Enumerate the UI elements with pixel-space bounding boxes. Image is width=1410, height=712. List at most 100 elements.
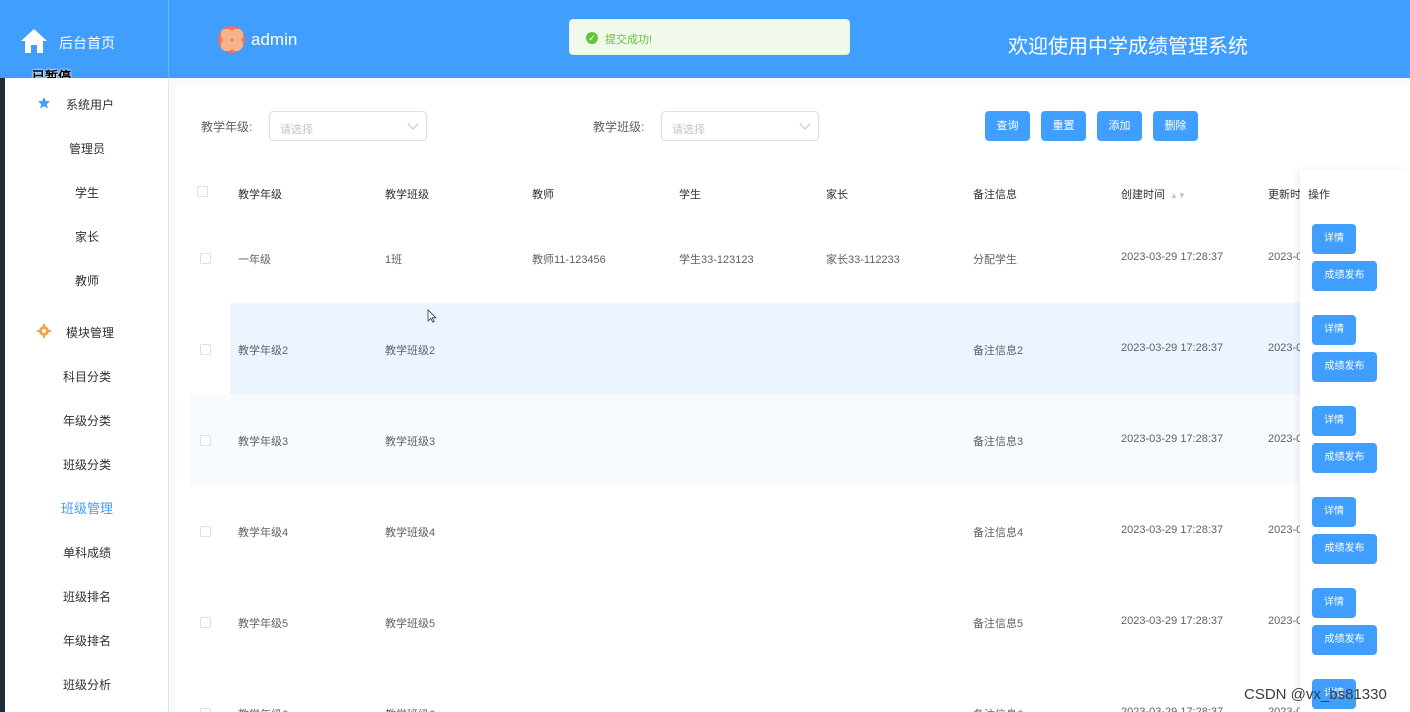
class-select-placeholder: 请选择 — [672, 124, 705, 136]
cell-class: 1班 — [385, 254, 403, 266]
detail-button[interactable]: 详情 — [1312, 315, 1356, 345]
class-filter-label: 教学班级: — [593, 120, 645, 134]
system-title: 欢迎使用中学成绩管理系统 — [1008, 36, 1248, 58]
check-circle-icon: ✓ — [586, 32, 598, 44]
grade-filter-label: 教学年级: — [201, 120, 253, 134]
sidebar-item-subject-category[interactable]: 科目分类 — [5, 367, 169, 387]
header-created-label: 创建时间 — [1121, 189, 1165, 201]
toast-message: 提交成功! — [605, 34, 653, 46]
sidebar-item-class-ranking[interactable]: 班级排名 — [5, 587, 169, 607]
chevron-down-icon — [799, 118, 811, 130]
publish-score-button[interactable]: 成绩发布 — [1312, 261, 1377, 291]
grade-select[interactable]: 请选择 — [269, 111, 427, 141]
cell-note: 备注信息5 — [973, 618, 1024, 630]
sidebar-item-class-category[interactable]: 班级分类 — [5, 455, 169, 475]
cell-grade: 教学年级6 — [238, 706, 288, 712]
cell-updated: 2023-0 — [1268, 342, 1303, 354]
cell-created: 2023-03-29 17:28:37 — [1121, 706, 1224, 712]
cell-updated: 2023-0 — [1268, 433, 1303, 445]
detail-button[interactable]: 详情 — [1312, 588, 1356, 618]
sidebar: 系统用户 管理员 学生 家长 教师 模块管理 科目分类 年级分类 班级分类 班级… — [5, 78, 169, 712]
sidebar-group-label: 模块管理 — [66, 326, 115, 340]
add-button[interactable]: 添加 — [1097, 111, 1142, 141]
row-checkbox[interactable] — [200, 526, 211, 537]
chevron-down-icon — [407, 118, 419, 130]
cell-grade: 一年级 — [238, 254, 271, 266]
header-operations: 操作 — [1308, 189, 1330, 201]
home-icon — [21, 29, 47, 53]
cell-class: 教学班级5 — [385, 618, 436, 630]
select-all-checkbox[interactable] — [197, 186, 208, 197]
sidebar-group-module-management[interactable]: 模块管理 — [5, 322, 169, 342]
mouse-cursor-icon — [427, 309, 437, 323]
cell-created: 2023-03-29 17:28:37 — [1121, 251, 1224, 263]
sidebar-item-parent[interactable]: 家长 — [5, 227, 169, 247]
cell-student: 学生33-123123 — [679, 254, 754, 266]
sidebar-item-grade-ranking[interactable]: 年级排名 — [5, 631, 169, 651]
cell-note: 备注信息2 — [973, 345, 1024, 357]
gear-icon — [37, 324, 51, 338]
sidebar-item-class-analysis[interactable]: 班级分析 — [5, 675, 169, 695]
publish-score-button[interactable]: 成绩发布 — [1312, 625, 1377, 655]
header-grade: 教学年级 — [238, 189, 282, 201]
grade-select-placeholder: 请选择 — [280, 124, 313, 136]
cell-note: 备注信息3 — [973, 436, 1024, 448]
class-select[interactable]: 请选择 — [661, 111, 819, 141]
cell-grade: 教学年级3 — [238, 436, 289, 448]
detail-button[interactable]: 详情 — [1312, 224, 1356, 254]
detail-button[interactable]: 详情 — [1312, 497, 1356, 527]
watermark-text: CSDN @vx_bs81330 — [1244, 686, 1387, 703]
header-created-time[interactable]: 创建时间 ▲▼ — [1121, 186, 1186, 202]
row-checkbox[interactable] — [200, 435, 211, 446]
row-checkbox[interactable] — [200, 253, 211, 264]
header-class: 教学班级 — [385, 189, 429, 201]
user-avatar[interactable] — [218, 26, 245, 53]
username[interactable]: admin — [251, 30, 297, 50]
top-header-bar: 后台首页 已暂停 admin ✓ 提交成功! 欢迎使用中学成绩管理系统 — [0, 0, 1410, 84]
cell-note: 分配学生 — [973, 254, 1017, 266]
publish-score-button[interactable]: 成绩发布 — [1312, 352, 1377, 382]
delete-button[interactable]: 删除 — [1153, 111, 1198, 141]
sidebar-item-student[interactable]: 学生 — [5, 183, 169, 203]
reset-button[interactable]: 重置 — [1041, 111, 1086, 141]
cell-created: 2023-03-29 17:28:37 — [1121, 615, 1224, 627]
cell-class: 教学班级2 — [385, 345, 436, 357]
row-checkbox[interactable] — [200, 344, 211, 355]
header-parent: 家长 — [826, 189, 848, 201]
cell-created: 2023-03-29 17:28:37 — [1121, 524, 1224, 536]
cell-teacher: 教师11-123456 — [532, 254, 606, 266]
cell-class: 教学班级4 — [385, 527, 436, 539]
sidebar-item-admin[interactable]: 管理员 — [5, 139, 169, 159]
cell-updated: 2023-0 — [1268, 706, 1303, 712]
star-icon — [38, 97, 50, 109]
cell-grade: 教学年级2 — [238, 345, 289, 357]
home-link[interactable]: 后台首页 — [5, 0, 169, 78]
cell-class: 教学班级6 — [385, 706, 435, 712]
sidebar-group-system-users[interactable]: 系统用户 — [5, 94, 169, 114]
cell-note: 备注信息4 — [973, 527, 1024, 539]
home-label: 后台首页 — [59, 35, 115, 51]
publish-score-button[interactable]: 成绩发布 — [1312, 443, 1377, 473]
cell-created: 2023-03-29 17:28:37 — [1121, 342, 1224, 354]
sidebar-item-grade-category[interactable]: 年级分类 — [5, 411, 169, 431]
search-button[interactable]: 查询 — [985, 111, 1030, 141]
header-note: 备注信息 — [973, 189, 1017, 201]
cell-grade: 教学年级4 — [238, 527, 289, 539]
sort-caret-icon[interactable]: ▲▼ — [1170, 191, 1186, 200]
detail-button[interactable]: 详情 — [1312, 406, 1356, 436]
header-student: 学生 — [679, 189, 701, 201]
sidebar-item-class-management[interactable]: 班级管理 — [5, 499, 169, 519]
cell-updated: 2023-0 — [1268, 524, 1303, 536]
row-checkbox[interactable] — [200, 708, 211, 712]
sidebar-group-label: 系统用户 — [66, 98, 115, 112]
row-checkbox[interactable] — [200, 617, 211, 628]
cell-class: 教学班级3 — [385, 436, 436, 448]
publish-score-button[interactable]: 成绩发布 — [1312, 534, 1377, 564]
cell-grade: 教学年级5 — [238, 618, 289, 630]
sidebar-item-teacher[interactable]: 教师 — [5, 271, 169, 291]
cell-updated: 2023-0 — [1268, 251, 1303, 263]
sidebar-item-single-subject-score[interactable]: 单科成绩 — [5, 543, 169, 563]
cell-note: 备注信息6 — [973, 706, 1023, 712]
cell-created: 2023-03-29 17:28:37 — [1121, 433, 1224, 445]
header-teacher: 教师 — [532, 189, 554, 201]
